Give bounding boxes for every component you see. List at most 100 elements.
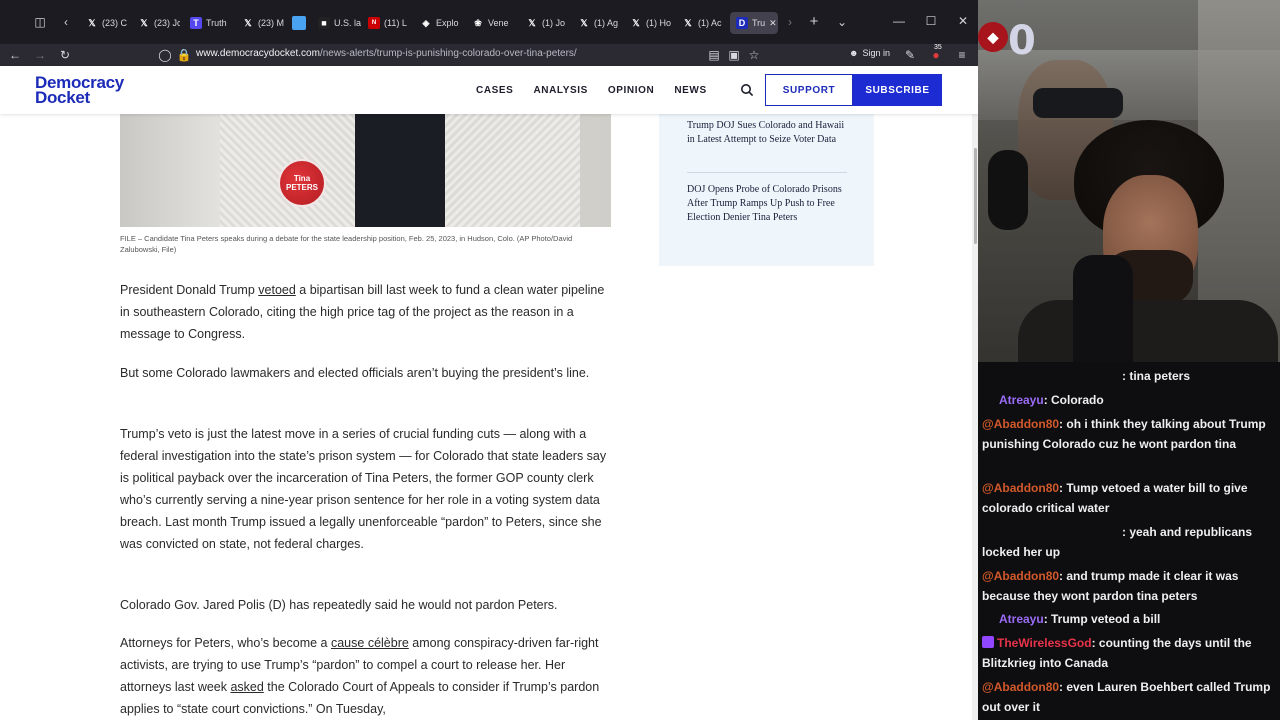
chat-message: Atreayu: Trump veteod a bill xyxy=(982,609,1274,629)
site-logo[interactable]: Democracy Docket xyxy=(35,74,124,106)
related-story-1[interactable]: Trump DOJ Sues Colorado and Hawaii in La… xyxy=(687,119,847,147)
vetoed-link[interactable]: vetoed xyxy=(258,283,296,297)
nav-cases[interactable]: CASES xyxy=(476,85,513,96)
search-icon[interactable] xyxy=(740,83,754,97)
tab-2[interactable]: 𝕏 (23) Jo xyxy=(136,12,180,34)
picture-icon[interactable]: ▣ xyxy=(726,47,742,63)
chat-message: @Abaddon80: oh i think they talking abou… xyxy=(982,414,1274,454)
tab-label: (1) Ag xyxy=(594,18,619,28)
browser-window: ◫ ‹ 𝕏 (23) C 𝕏 (23) Jo T Truth 𝕏 (23) M … xyxy=(0,0,978,720)
tab-label: Vene xyxy=(488,18,509,28)
chat-message: : tina peters xyxy=(982,366,1274,386)
x-icon: 𝕏 xyxy=(244,17,252,28)
chat-message: @Abaddon80: even Lauren Boehbert called … xyxy=(982,677,1274,717)
ublock-badge: 35 xyxy=(934,44,942,51)
minimize-icon[interactable]: — xyxy=(892,14,906,28)
chatgpt-icon: ❀ xyxy=(474,17,482,28)
back-icon[interactable]: ← xyxy=(7,47,23,63)
p5-text-a: Attorneys for Peters, who’s become a xyxy=(120,636,331,650)
sign-in-label: Sign in xyxy=(862,48,891,58)
new-tab-icon[interactable]: + xyxy=(806,14,822,30)
tab-11[interactable]: 𝕏 (1) Ag xyxy=(576,12,620,34)
tab-7[interactable]: N (11) L xyxy=(366,12,410,34)
tab-bar: ◫ ‹ 𝕏 (23) C 𝕏 (23) Jo T Truth 𝕏 (23) M … xyxy=(0,0,978,44)
tab-13[interactable]: 𝕏 (1) Ac xyxy=(680,12,724,34)
tab-1[interactable]: 𝕏 (23) C xyxy=(84,12,128,34)
x-icon: 𝕏 xyxy=(632,17,640,28)
news-icon: ■ xyxy=(318,17,330,29)
tab-label: (23) C xyxy=(102,18,128,28)
cam-streamer-body xyxy=(1018,300,1278,362)
x-icon: 𝕏 xyxy=(580,17,588,28)
tab-label: Tru xyxy=(752,18,766,28)
close-window-icon[interactable]: ✕ xyxy=(956,14,970,28)
tab-5[interactable] xyxy=(290,12,314,34)
reader-view-icon[interactable]: ▤ xyxy=(706,47,722,63)
tab-label: (1) Jo xyxy=(542,18,566,28)
globe-icon: ◈ xyxy=(422,17,430,28)
blue-square-icon xyxy=(292,16,306,30)
cnn-icon: N xyxy=(368,17,380,29)
tab-12[interactable]: 𝕏 (1) Ho xyxy=(628,12,672,34)
campaign-pin: Tina PETERS xyxy=(278,159,326,207)
tab-6[interactable]: ■ U.S. la xyxy=(316,12,364,34)
shield-icon[interactable]: ◯ xyxy=(157,47,173,63)
tab-3[interactable]: T Truth xyxy=(188,12,232,34)
extensions-icon[interactable]: ✎ xyxy=(902,47,918,63)
chat-username: @Abaddon80 xyxy=(982,680,1060,694)
chat-username: @Abaddon80 xyxy=(982,417,1060,431)
tab-label: (1) Ac xyxy=(698,18,722,28)
forward-icon[interactable]: → xyxy=(32,47,48,63)
paragraph-1: President Donald Trump vetoed a bipartis… xyxy=(120,279,615,345)
tab-4[interactable]: 𝕏 (23) M xyxy=(240,12,284,34)
tab-label: (23) Jo xyxy=(154,18,180,28)
menu-icon[interactable]: ≡ xyxy=(954,47,970,63)
reload-icon[interactable]: ↻ xyxy=(57,47,73,63)
scrollbar-thumb[interactable] xyxy=(974,148,977,244)
nav-news[interactable]: NEWS xyxy=(674,85,706,96)
photo-jacket-right xyxy=(445,114,580,227)
close-tab-icon[interactable]: ✕ xyxy=(769,18,777,29)
tab-10[interactable]: 𝕏 (1) Jo xyxy=(524,12,568,34)
tab-label: (1) Ho xyxy=(646,18,672,28)
related-story-2[interactable]: DOJ Opens Probe of Colorado Prisons Afte… xyxy=(687,183,847,225)
paragraph-2: But some Colorado lawmakers and elected … xyxy=(120,366,590,380)
related-divider xyxy=(687,172,847,173)
chat-message: TheWirelessGod: counting the days until … xyxy=(982,633,1274,673)
asked-link[interactable]: asked xyxy=(230,680,263,694)
tab-scroll-right-icon[interactable]: › xyxy=(782,14,798,30)
tab-overview-icon[interactable]: ◫ xyxy=(32,14,48,30)
webcam-feed: ◆ 0 xyxy=(978,0,1280,362)
site-header: Democracy Docket CASES ANALYSIS OPINION … xyxy=(0,66,978,114)
tab-8[interactable]: ◈ Explo xyxy=(418,12,462,34)
chat-message: : yeah and republicans locked her up xyxy=(982,522,1274,562)
chat-text: : Colorado xyxy=(1043,393,1104,407)
subscribe-button[interactable]: SUBSCRIBE xyxy=(853,74,942,106)
stream-overlay-number: 0 xyxy=(1008,18,1036,64)
tab-9[interactable]: ❀ Vene xyxy=(470,12,514,34)
photo-shirt xyxy=(355,114,445,227)
x-icon: 𝕏 xyxy=(684,17,692,28)
tab-scroll-left-icon[interactable]: ‹ xyxy=(58,14,74,30)
sign-in-button[interactable]: ☻ Sign in xyxy=(849,48,890,58)
address-bar[interactable]: www.democracydocket.com/news-alerts/trum… xyxy=(196,48,577,59)
page-content: Tina PETERS FILE – Candidate Tina Peters… xyxy=(0,114,972,720)
democracy-docket-icon: D xyxy=(736,17,748,29)
chat-username: Atreayu xyxy=(999,612,1044,626)
chat-text: : yeah and republicans locked her up xyxy=(982,525,1253,559)
paragraph-4: Colorado Gov. Jared Polis (D) has repeat… xyxy=(120,598,558,612)
cause-celebre-link[interactable]: cause célèbre xyxy=(331,636,409,650)
nav-analysis[interactable]: ANALYSIS xyxy=(533,85,587,96)
nav-opinion[interactable]: OPINION xyxy=(608,85,654,96)
support-button[interactable]: SUPPORT xyxy=(765,74,853,106)
bookmark-star-icon[interactable]: ☆ xyxy=(746,47,762,63)
photo-caption: FILE – Candidate Tina Peters speaks duri… xyxy=(120,234,573,254)
tab-list-chevron-icon[interactable]: ⌄ xyxy=(834,14,850,30)
cam-headset xyxy=(988,150,1028,230)
x-icon: 𝕏 xyxy=(528,17,536,28)
tab-active[interactable]: D Tru ✕ xyxy=(730,12,778,34)
x-icon: 𝕏 xyxy=(88,17,96,28)
maximize-icon[interactable]: ☐ xyxy=(924,14,938,28)
article-photo: Tina PETERS xyxy=(120,114,611,227)
lock-icon[interactable]: 🔒 xyxy=(176,47,192,63)
